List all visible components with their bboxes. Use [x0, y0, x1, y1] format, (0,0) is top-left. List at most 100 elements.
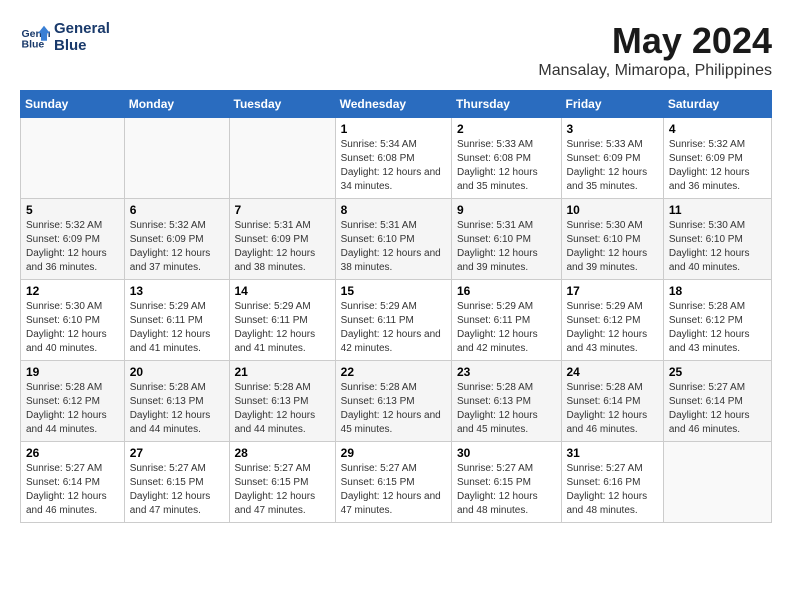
day-info: Sunrise: 5:32 AM Sunset: 6:09 PM Dayligh… — [669, 138, 766, 194]
calendar-cell: 2 Sunrise: 5:33 AM Sunset: 6:08 PM Daylig… — [451, 118, 561, 199]
calendar-cell — [229, 118, 335, 199]
day-number: 23 — [457, 365, 556, 379]
logo-line1: General — [54, 20, 110, 37]
calendar-cell: 25Sunrise: 5:27 AM Sunset: 6:14 PM Dayli… — [663, 361, 771, 442]
day-number: 11 — [669, 203, 766, 217]
day-info: Sunrise: 5:31 AM Sunset: 6:09 PM Dayligh… — [235, 219, 330, 275]
day-number: 31 — [567, 446, 658, 460]
day-number: 30 — [457, 446, 556, 460]
day-info: Sunrise: 5:29 AM Sunset: 6:11 PM Dayligh… — [130, 300, 224, 356]
day-number: 28 — [235, 446, 330, 460]
day-info: Sunrise: 5:32 AM Sunset: 6:09 PM Dayligh… — [130, 219, 224, 275]
calendar-cell: 5 Sunrise: 5:32 AM Sunset: 6:09 PM Daylig… — [21, 199, 125, 280]
calendar-table: SundayMondayTuesdayWednesdayThursdayFrid… — [20, 90, 772, 523]
calendar-cell: 11 Sunrise: 5:30 AM Sunset: 6:10 PM Dayli… — [663, 199, 771, 280]
logo-line2: Blue — [54, 37, 110, 54]
day-info: Sunrise: 5:29 AM Sunset: 6:11 PM Dayligh… — [341, 300, 446, 356]
calendar-cell: 30 Sunrise: 5:27 AM Sunset: 6:15 PM Dayli… — [451, 442, 561, 523]
day-number: 10 — [567, 203, 658, 217]
day-number: 13 — [130, 284, 224, 298]
day-number: 21 — [235, 365, 330, 379]
day-info: Sunrise: 5:33 AM Sunset: 6:09 PM Dayligh… — [567, 138, 658, 194]
svg-text:Blue: Blue — [22, 39, 45, 51]
header-day: Thursday — [451, 91, 561, 118]
day-number: 9 — [457, 203, 556, 217]
day-info: Sunrise: 5:28 AM Sunset: 6:12 PM Dayligh… — [669, 300, 766, 356]
day-number: 27 — [130, 446, 224, 460]
day-number: 29 — [341, 446, 446, 460]
calendar-week-row: 5 Sunrise: 5:32 AM Sunset: 6:09 PM Daylig… — [21, 199, 772, 280]
day-number: 14 — [235, 284, 330, 298]
header-day: Wednesday — [335, 91, 451, 118]
day-info: Sunrise: 5:29 AM Sunset: 6:11 PM Dayligh… — [457, 300, 556, 356]
day-info: Sunrise: 5:28 AM Sunset: 6:13 PM Dayligh… — [457, 381, 556, 437]
day-number: 3 — [567, 122, 658, 136]
calendar-cell: 26 Sunrise: 5:27 AM Sunset: 6:14 PM Dayli… — [21, 442, 125, 523]
calendar-week-row: 12 Sunrise: 5:30 AM Sunset: 6:10 PM Dayli… — [21, 280, 772, 361]
calendar-week-row: 1 Sunrise: 5:34 AM Sunset: 6:08 PM Daylig… — [21, 118, 772, 199]
calendar-cell: 1 Sunrise: 5:34 AM Sunset: 6:08 PM Daylig… — [335, 118, 451, 199]
day-info: Sunrise: 5:29 AM Sunset: 6:11 PM Dayligh… — [235, 300, 330, 356]
day-number: 18 — [669, 284, 766, 298]
day-info: Sunrise: 5:34 AM Sunset: 6:08 PM Dayligh… — [341, 138, 446, 194]
day-number: 22 — [341, 365, 446, 379]
day-info: Sunrise: 5:27 AM Sunset: 6:15 PM Dayligh… — [341, 462, 446, 518]
day-info: Sunrise: 5:28 AM Sunset: 6:14 PM Dayligh… — [567, 381, 658, 437]
day-info: Sunrise: 5:30 AM Sunset: 6:10 PM Dayligh… — [26, 300, 119, 356]
calendar-cell: 13 Sunrise: 5:29 AM Sunset: 6:11 PM Dayli… — [124, 280, 229, 361]
day-info: Sunrise: 5:30 AM Sunset: 6:10 PM Dayligh… — [567, 219, 658, 275]
day-info: Sunrise: 5:28 AM Sunset: 6:13 PM Dayligh… — [235, 381, 330, 437]
calendar-cell: 3 Sunrise: 5:33 AM Sunset: 6:09 PM Daylig… — [561, 118, 663, 199]
calendar-cell: 19Sunrise: 5:28 AM Sunset: 6:12 PM Dayli… — [21, 361, 125, 442]
day-info: Sunrise: 5:30 AM Sunset: 6:10 PM Dayligh… — [669, 219, 766, 275]
day-number: 12 — [26, 284, 119, 298]
day-info: Sunrise: 5:32 AM Sunset: 6:09 PM Dayligh… — [26, 219, 119, 275]
calendar-cell: 7Sunrise: 5:31 AM Sunset: 6:09 PM Daylig… — [229, 199, 335, 280]
header: General Blue General Blue May 2024 Mansa… — [20, 20, 772, 80]
calendar-cell: 9 Sunrise: 5:31 AM Sunset: 6:10 PM Daylig… — [451, 199, 561, 280]
day-number: 20 — [130, 365, 224, 379]
main-title: May 2024 — [538, 20, 772, 62]
day-info: Sunrise: 5:33 AM Sunset: 6:08 PM Dayligh… — [457, 138, 556, 194]
day-info: Sunrise: 5:27 AM Sunset: 6:15 PM Dayligh… — [130, 462, 224, 518]
day-number: 6 — [130, 203, 224, 217]
calendar-cell: 12 Sunrise: 5:30 AM Sunset: 6:10 PM Dayli… — [21, 280, 125, 361]
day-number: 26 — [26, 446, 119, 460]
calendar-cell: 14 Sunrise: 5:29 AM Sunset: 6:11 PM Dayli… — [229, 280, 335, 361]
calendar-cell: 16 Sunrise: 5:29 AM Sunset: 6:11 PM Dayli… — [451, 280, 561, 361]
day-number: 4 — [669, 122, 766, 136]
calendar-cell — [124, 118, 229, 199]
day-number: 16 — [457, 284, 556, 298]
calendar-cell: 6 Sunrise: 5:32 AM Sunset: 6:09 PM Daylig… — [124, 199, 229, 280]
header-day: Monday — [124, 91, 229, 118]
day-info: Sunrise: 5:27 AM Sunset: 6:16 PM Dayligh… — [567, 462, 658, 518]
header-day: Tuesday — [229, 91, 335, 118]
calendar-week-row: 26 Sunrise: 5:27 AM Sunset: 6:14 PM Dayli… — [21, 442, 772, 523]
day-number: 8 — [341, 203, 446, 217]
calendar-cell: 20Sunrise: 5:28 AM Sunset: 6:13 PM Dayli… — [124, 361, 229, 442]
day-number: 15 — [341, 284, 446, 298]
calendar-cell: 18 Sunrise: 5:28 AM Sunset: 6:12 PM Dayli… — [663, 280, 771, 361]
header-row: SundayMondayTuesdayWednesdayThursdayFrid… — [21, 91, 772, 118]
day-info: Sunrise: 5:31 AM Sunset: 6:10 PM Dayligh… — [457, 219, 556, 275]
header-day: Sunday — [21, 91, 125, 118]
calendar-cell — [663, 442, 771, 523]
day-info: Sunrise: 5:27 AM Sunset: 6:14 PM Dayligh… — [669, 381, 766, 437]
calendar-header: SundayMondayTuesdayWednesdayThursdayFrid… — [21, 91, 772, 118]
day-number: 24 — [567, 365, 658, 379]
calendar-cell: 31 Sunrise: 5:27 AM Sunset: 6:16 PM Dayli… — [561, 442, 663, 523]
day-info: Sunrise: 5:28 AM Sunset: 6:12 PM Dayligh… — [26, 381, 119, 437]
calendar-cell: 22 Sunrise: 5:28 AM Sunset: 6:13 PM Dayli… — [335, 361, 451, 442]
day-number: 2 — [457, 122, 556, 136]
calendar-cell: 23 Sunrise: 5:28 AM Sunset: 6:13 PM Dayli… — [451, 361, 561, 442]
day-info: Sunrise: 5:28 AM Sunset: 6:13 PM Dayligh… — [341, 381, 446, 437]
header-day: Saturday — [663, 91, 771, 118]
logo: General Blue General Blue — [20, 20, 110, 54]
day-number: 5 — [26, 203, 119, 217]
day-info: Sunrise: 5:27 AM Sunset: 6:14 PM Dayligh… — [26, 462, 119, 518]
calendar-cell: 24 Sunrise: 5:28 AM Sunset: 6:14 PM Dayli… — [561, 361, 663, 442]
day-info: Sunrise: 5:27 AM Sunset: 6:15 PM Dayligh… — [457, 462, 556, 518]
calendar-cell: 28Sunrise: 5:27 AM Sunset: 6:15 PM Dayli… — [229, 442, 335, 523]
day-number: 17 — [567, 284, 658, 298]
day-number: 1 — [341, 122, 446, 136]
